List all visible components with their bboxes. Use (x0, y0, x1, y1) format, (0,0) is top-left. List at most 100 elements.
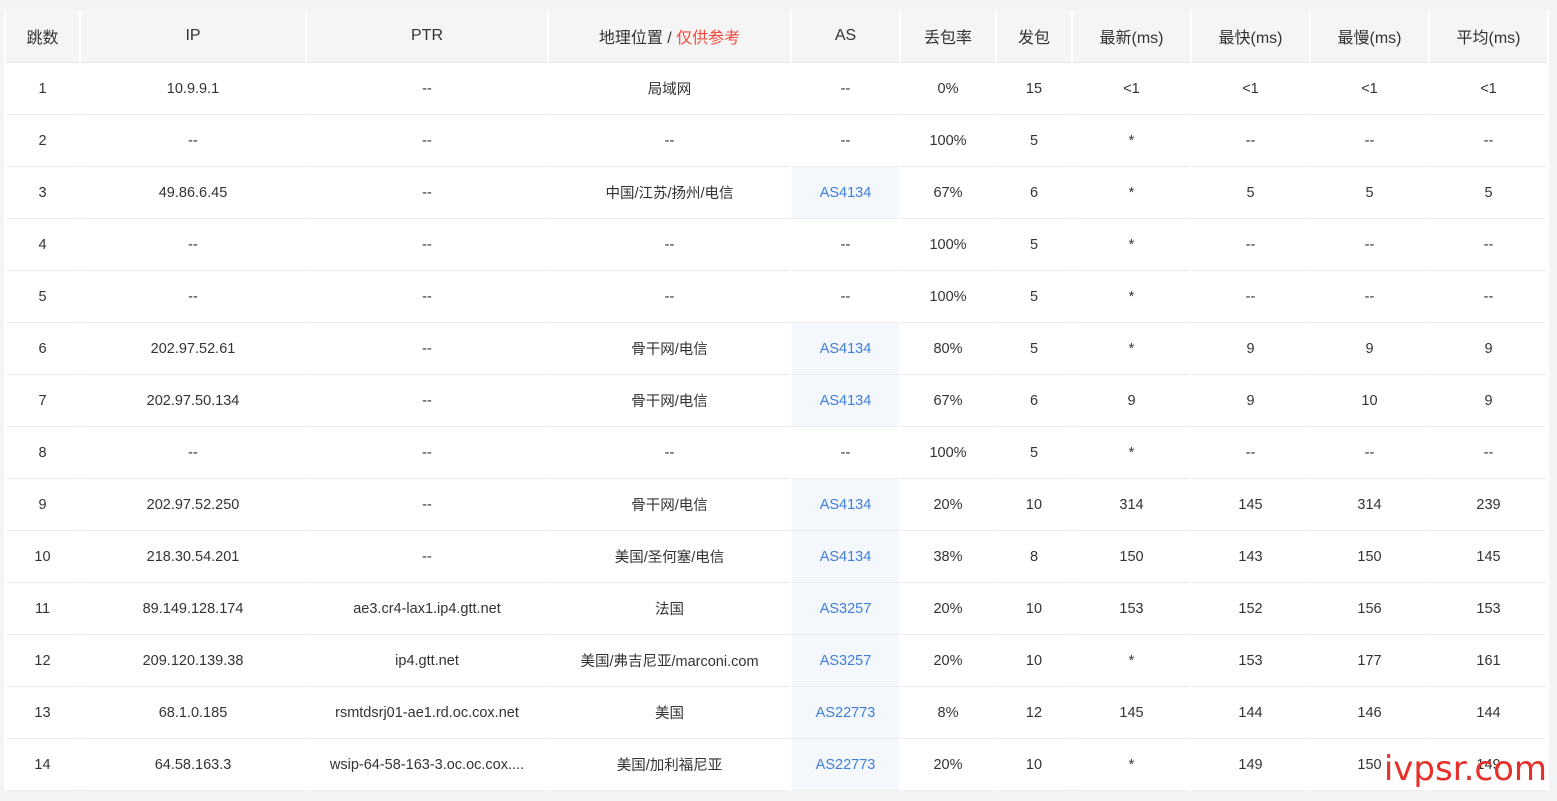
col-header-sent: 发包 (997, 10, 1071, 63)
cell-last: 150 (1073, 531, 1190, 583)
cell-best: 149 (1192, 739, 1309, 791)
cell-loss: 20% (901, 635, 995, 687)
cell-ip: 202.97.52.250 (81, 479, 305, 531)
cell-last: 314 (1073, 479, 1190, 531)
cell-avg: -- (1430, 271, 1547, 323)
cell-as[interactable]: AS3257 (792, 635, 899, 687)
cell-geo: 法国 (549, 583, 790, 635)
cell-avg: 9 (1430, 375, 1547, 427)
cell-last: * (1073, 427, 1190, 479)
cell-ptr: -- (307, 427, 547, 479)
cell-last: * (1073, 635, 1190, 687)
cell-best: -- (1192, 427, 1309, 479)
cell-ip: 218.30.54.201 (81, 531, 305, 583)
cell-worst: -- (1311, 219, 1428, 271)
cell-worst: 5 (1311, 167, 1428, 219)
cell-as[interactable]: AS22773 (792, 739, 899, 791)
col-header-geo-label: 地理位置 (598, 30, 663, 47)
cell-as[interactable]: AS4134 (792, 375, 899, 427)
cell-sent: 6 (997, 167, 1071, 219)
cell-hop: 8 (6, 427, 79, 479)
cell-as[interactable]: AS4134 (792, 323, 899, 375)
cell-hop: 10 (6, 531, 79, 583)
cell-as: -- (792, 271, 899, 323)
cell-hop: 7 (6, 375, 79, 427)
cell-geo: -- (549, 427, 790, 479)
cell-last: 153 (1073, 583, 1190, 635)
cell-geo: 美国/弗吉尼亚/marconi.com (549, 635, 790, 687)
table-body: 1 10.9.9.1 -- 局域网 -- 0% 15 <1 <1 <1 <1 2 -- -- -- -- 100… (6, 63, 1547, 791)
cell-best: 144 (1192, 687, 1309, 739)
cell-loss: 100% (901, 115, 995, 167)
cell-sent: 6 (997, 375, 1071, 427)
cell-worst: -- (1311, 427, 1428, 479)
table-row: 13 68.1.0.185 rsmtdsrj01-ae1.rd.oc.cox.net… (6, 687, 1547, 739)
cell-last: * (1073, 739, 1190, 791)
table-row: 11 89.149.128.174 ae3.cr4-lax1.ip4.gtt.net… (6, 583, 1547, 635)
cell-last: <1 (1073, 63, 1190, 115)
col-header-last: 最新(ms) (1073, 10, 1190, 63)
cell-loss: 20% (901, 583, 995, 635)
cell-loss: 8% (901, 687, 995, 739)
cell-best: <1 (1192, 63, 1309, 115)
cell-geo: 局域网 (549, 63, 790, 115)
cell-as[interactable]: AS22773 (792, 687, 899, 739)
cell-loss: 67% (901, 167, 995, 219)
cell-ip: 209.120.139.38 (81, 635, 305, 687)
cell-loss: 100% (901, 219, 995, 271)
cell-avg: 161 (1430, 635, 1547, 687)
cell-last: * (1073, 219, 1190, 271)
cell-hop: 5 (6, 271, 79, 323)
cell-hop: 1 (6, 63, 79, 115)
cell-hop: 6 (6, 323, 79, 375)
cell-sent: 5 (997, 323, 1071, 375)
cell-geo: -- (549, 271, 790, 323)
cell-as[interactable]: AS3257 (792, 583, 899, 635)
table-row: 8 -- -- -- -- 100% 5 * -- -- -- (6, 427, 1547, 479)
table-row: 2 -- -- -- -- 100% 5 * -- -- -- (6, 115, 1547, 167)
table-row: 4 -- -- -- -- 100% 5 * -- -- -- (6, 219, 1547, 271)
col-header-avg: 平均(ms) (1430, 10, 1547, 63)
cell-worst: 156 (1311, 583, 1428, 635)
table-row: 9 202.97.52.250 -- 骨干网/电信 AS4134 20% 10 314 145 3… (6, 479, 1547, 531)
cell-best: -- (1192, 115, 1309, 167)
col-header-ip: IP (81, 10, 305, 63)
cell-ip: 68.1.0.185 (81, 687, 305, 739)
cell-geo: 中国/江苏/扬州/电信 (549, 167, 790, 219)
cell-last: 9 (1073, 375, 1190, 427)
table-row: 12 209.120.139.38 ip4.gtt.net 美国/弗吉尼亚/marco… (6, 635, 1547, 687)
cell-as: -- (792, 427, 899, 479)
cell-avg: <1 (1430, 63, 1547, 115)
cell-hop: 4 (6, 219, 79, 271)
cell-sent: 5 (997, 427, 1071, 479)
table-row: 10 218.30.54.201 -- 美国/圣何塞/电信 AS4134 38% 8 150 1… (6, 531, 1547, 583)
cell-avg: 5 (1430, 167, 1547, 219)
cell-hop: 13 (6, 687, 79, 739)
cell-avg: 145 (1430, 531, 1547, 583)
cell-ip: 202.97.50.134 (81, 375, 305, 427)
cell-ip: 49.86.6.45 (81, 167, 305, 219)
table-header: 跳数 IP PTR 地理位置 / 仅供参考 AS 丢包率 发包 最新(ms) 最… (6, 10, 1547, 63)
cell-worst: 314 (1311, 479, 1428, 531)
cell-ptr: -- (307, 479, 547, 531)
cell-as[interactable]: AS4134 (792, 167, 899, 219)
cell-avg: -- (1430, 427, 1547, 479)
cell-geo: 美国/圣何塞/电信 (549, 531, 790, 583)
cell-best: 152 (1192, 583, 1309, 635)
cell-geo: 骨干网/电信 (549, 479, 790, 531)
cell-worst: 9 (1311, 323, 1428, 375)
cell-best: 153 (1192, 635, 1309, 687)
cell-ip: -- (81, 219, 305, 271)
cell-as[interactable]: AS4134 (792, 531, 899, 583)
cell-best: 143 (1192, 531, 1309, 583)
cell-geo: -- (549, 219, 790, 271)
cell-sent: 10 (997, 479, 1071, 531)
cell-sent: 5 (997, 115, 1071, 167)
cell-worst: 177 (1311, 635, 1428, 687)
cell-avg: 239 (1430, 479, 1547, 531)
table-row: 1 10.9.9.1 -- 局域网 -- 0% 15 <1 <1 <1 <1 (6, 63, 1547, 115)
cell-ptr: -- (307, 115, 547, 167)
cell-as[interactable]: AS4134 (792, 479, 899, 531)
cell-geo: 骨干网/电信 (549, 375, 790, 427)
table-row: 7 202.97.50.134 -- 骨干网/电信 AS4134 67% 6 9 9 10 9 (6, 375, 1547, 427)
